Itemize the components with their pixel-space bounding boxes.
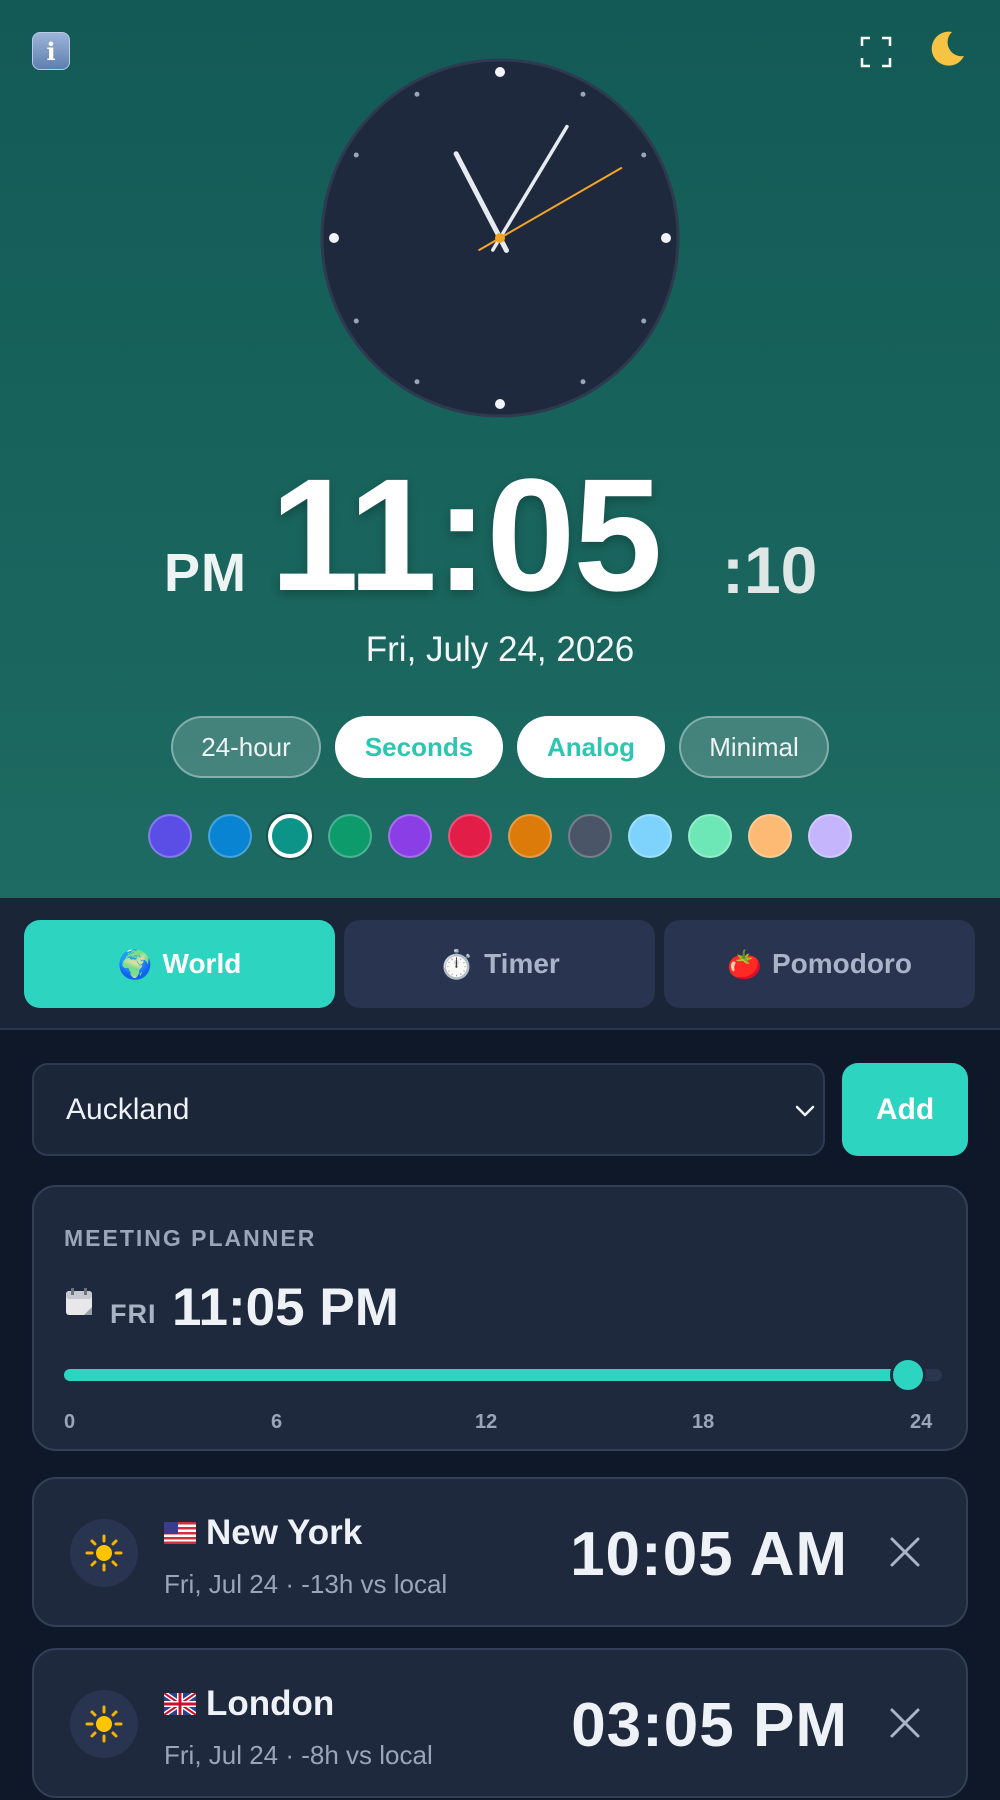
tab-label: Pomodoro	[771, 948, 912, 979]
tab-timer[interactable]: ⏱️ Timer	[344, 920, 655, 1008]
analog-clock	[320, 58, 680, 418]
city-offset: Fri, Jul 24 · -8h vs local	[164, 1740, 433, 1770]
fullscreen-icon[interactable]	[858, 34, 894, 70]
city-offset: Fri, Jul 24 · -13h vs local	[164, 1569, 448, 1599]
globe-icon: 🌍	[117, 948, 153, 980]
hour-marker	[353, 318, 359, 324]
hour-marker	[353, 152, 359, 158]
clock-hero: i PM 11:05 :10 Fri, July 24, 2026 24-hou…	[0, 0, 1000, 898]
mode-tabs: 🌍 World ⏱️ Timer 🍅 Pomodoro	[0, 898, 1000, 1030]
toggle-minimal[interactable]: Minimal	[679, 716, 829, 778]
info-icon: i	[46, 36, 56, 66]
theme-color-swatch[interactable]	[568, 814, 612, 858]
hour-marker	[641, 152, 647, 158]
theme-color-swatch[interactable]	[508, 814, 552, 858]
hour-marker	[414, 91, 420, 97]
planner-tick: 6	[271, 1411, 283, 1433]
toggle-24-hour[interactable]: 24-hour	[171, 716, 321, 778]
planner-time: 11:05 PM	[172, 1278, 399, 1337]
theme-color-swatch[interactable]	[808, 814, 852, 858]
time-display: 11:05	[270, 445, 662, 624]
us-flag-icon	[164, 1522, 196, 1544]
planner-tick: 0	[64, 1411, 76, 1433]
close-icon[interactable]	[888, 1535, 922, 1569]
sun-icon	[70, 1519, 138, 1587]
toggle-analog[interactable]: Analog	[517, 716, 665, 778]
calendar-icon	[66, 1288, 92, 1315]
theme-color-swatch[interactable]	[148, 814, 192, 858]
theme-color-swatch[interactable]	[688, 814, 732, 858]
display-toggles: 24-hour Seconds Analog Minimal	[0, 716, 1000, 778]
slider-handle[interactable]	[890, 1357, 927, 1393]
stopwatch-icon: ⏱️	[439, 948, 475, 980]
city-name: London	[164, 1684, 334, 1724]
city-name-text: New York	[206, 1513, 363, 1552]
planner-tick: 18	[692, 1411, 715, 1433]
slider-fill	[64, 1369, 909, 1381]
digital-clock: PM 11:05 :10	[0, 445, 1000, 624]
theme-color-swatch[interactable]	[628, 814, 672, 858]
hour-marker	[661, 233, 671, 243]
chevron-down-icon	[795, 1105, 815, 1117]
add-city-button[interactable]: Add	[842, 1063, 968, 1156]
close-icon[interactable]	[888, 1706, 922, 1740]
city-select-value: Auckland	[66, 1092, 190, 1126]
toggle-seconds[interactable]: Seconds	[335, 716, 503, 778]
date-display: Fri, July 24, 2026	[365, 630, 635, 669]
planner-day: FRI	[110, 1299, 157, 1329]
tomato-icon: 🍅	[727, 948, 762, 980]
theme-color-swatch[interactable]	[388, 814, 432, 858]
tab-pomodoro[interactable]: 🍅 Pomodoro	[664, 920, 975, 1008]
theme-color-swatch[interactable]	[208, 814, 252, 858]
planner-label: MEETING PLANNER	[64, 1225, 317, 1251]
theme-color-swatch[interactable]	[748, 814, 792, 858]
sun-icon	[70, 1690, 138, 1758]
uk-flag-icon	[164, 1693, 196, 1715]
city-card-new-york: New York Fri, Jul 24 · -13h vs local 10:…	[32, 1477, 968, 1627]
city-time: 10:05 AM	[570, 1520, 848, 1589]
hour-marker	[495, 399, 505, 409]
ampm-label: PM	[164, 543, 247, 603]
tab-label: World	[162, 948, 242, 979]
planner-tick: 12	[475, 1411, 498, 1433]
seconds-display: :10	[722, 533, 818, 607]
meeting-planner-card: MEETING PLANNER FRI 11:05 PM 0 6 12 18 2…	[32, 1185, 968, 1451]
hour-marker	[580, 379, 586, 385]
hour-marker	[414, 379, 420, 385]
planner-slider[interactable]	[64, 1357, 942, 1393]
planner-tick: 24	[910, 1411, 933, 1433]
city-select[interactable]: Auckland	[32, 1063, 825, 1156]
hour-marker	[329, 233, 339, 243]
theme-color-swatch[interactable]	[268, 814, 312, 858]
city-name-text: London	[206, 1684, 335, 1723]
tab-world[interactable]: 🌍 World	[24, 920, 335, 1008]
theme-color-swatch[interactable]	[448, 814, 492, 858]
hour-marker	[495, 67, 505, 77]
city-time: 03:05 PM	[571, 1691, 848, 1760]
city-card-london: London Fri, Jul 24 · -8h vs local 03:05 …	[32, 1648, 968, 1798]
theme-color-swatches	[0, 814, 1000, 860]
city-name: New York	[164, 1513, 362, 1553]
info-button[interactable]: i	[32, 32, 70, 70]
theme-color-swatch[interactable]	[328, 814, 372, 858]
moon-icon[interactable]	[924, 26, 970, 72]
tab-label: Timer	[484, 948, 560, 979]
hour-marker	[580, 91, 586, 97]
hour-marker	[641, 318, 647, 324]
